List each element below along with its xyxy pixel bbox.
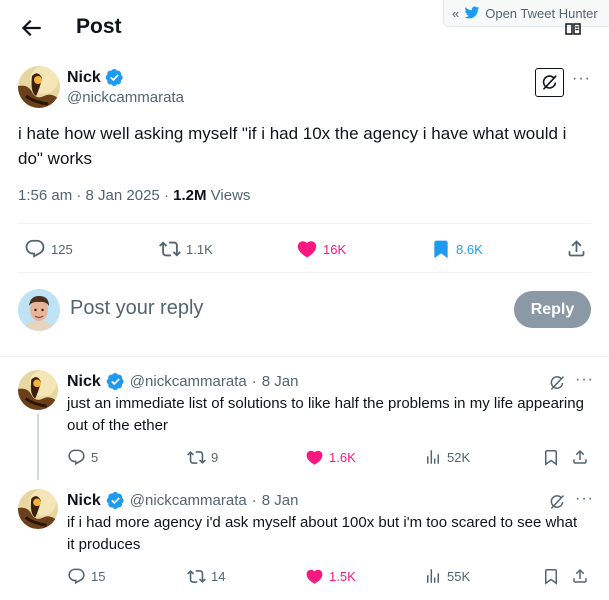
reply-icon <box>67 448 86 467</box>
views-count: 1.2M <box>173 187 207 204</box>
views-icon <box>424 567 442 585</box>
share-icon <box>571 448 589 466</box>
repost-action[interactable]: 9 <box>187 448 218 467</box>
grok-icon[interactable] <box>548 493 566 511</box>
post-text: i hate how well asking myself "if i had … <box>18 124 567 168</box>
back-arrow-icon[interactable] <box>18 15 44 41</box>
reply-action[interactable]: 5 <box>67 448 98 467</box>
share-action[interactable] <box>566 238 587 259</box>
like-action[interactable]: 1.6K <box>305 448 356 467</box>
share-action[interactable] <box>571 448 589 466</box>
author-handle[interactable]: @nickcammarata <box>67 89 184 106</box>
author-name[interactable]: Nick <box>67 373 101 391</box>
share-action[interactable] <box>571 567 589 585</box>
views-action[interactable]: 55K <box>424 567 470 585</box>
author-avatar[interactable] <box>18 489 58 529</box>
reply-post[interactable]: Nick @nickcammarata · 8 Jan ··· if i had… <box>0 489 609 599</box>
repost-action[interactable]: 14 <box>187 567 225 586</box>
author-handle[interactable]: @nickcammarata <box>130 373 247 390</box>
repost-action[interactable]: 1.1K <box>159 238 213 260</box>
author-name[interactable]: Nick <box>67 492 101 510</box>
bookmark-icon <box>542 567 560 586</box>
like-icon <box>305 448 324 467</box>
more-icon[interactable]: ··· <box>575 490 594 508</box>
page-title: Post <box>76 15 122 38</box>
more-icon[interactable]: ··· <box>575 371 594 389</box>
reply-action[interactable]: 15 <box>67 567 105 586</box>
extension-label: Open Tweet Hunter <box>485 5 598 21</box>
reply-action[interactable]: 125 <box>24 238 73 260</box>
views-action[interactable]: 52K <box>424 448 470 466</box>
divider <box>18 272 591 273</box>
author-name[interactable]: Nick <box>67 69 101 87</box>
collapse-chevron-icon[interactable]: « <box>452 6 459 21</box>
post-date[interactable]: 8 Jan <box>262 373 299 390</box>
grok-icon <box>540 73 559 92</box>
repost-icon <box>187 448 206 467</box>
divider <box>18 223 591 224</box>
post-time[interactable]: 1:56 am <box>18 187 72 204</box>
bookmark-icon <box>431 238 451 260</box>
verified-badge-icon <box>106 372 125 391</box>
reply-icon <box>67 567 86 586</box>
reply-button[interactable]: Reply <box>514 291 591 328</box>
bookmark-action[interactable] <box>542 567 560 586</box>
reply-post[interactable]: Nick @nickcammarata · 8 Jan ··· just an … <box>0 370 609 480</box>
repost-icon <box>159 238 181 260</box>
reply-icon <box>24 238 46 260</box>
post-date[interactable]: 8 Jan <box>262 492 299 509</box>
repost-icon <box>187 567 206 586</box>
bookmark-action[interactable] <box>542 448 560 467</box>
like-action[interactable]: 1.5K <box>305 567 356 586</box>
verified-badge-icon <box>106 491 125 510</box>
verified-badge-icon <box>105 68 124 87</box>
bookmark-icon <box>542 448 560 467</box>
user-avatar[interactable] <box>18 289 60 331</box>
tweet-hunter-extension-button[interactable]: « Open Tweet Hunter <box>443 0 609 27</box>
divider <box>0 356 609 357</box>
like-icon <box>305 567 324 586</box>
views-label: Views <box>210 187 251 204</box>
grok-icon[interactable] <box>548 374 566 392</box>
more-icon[interactable]: ··· <box>572 70 591 88</box>
grok-button[interactable] <box>535 68 564 97</box>
like-icon <box>296 238 318 260</box>
reply-text: just an immediate list of solutions to l… <box>67 395 584 434</box>
author-handle[interactable]: @nickcammarata <box>130 492 247 509</box>
author-avatar[interactable] <box>18 370 58 410</box>
like-action[interactable]: 16K <box>296 238 346 260</box>
main-post-header: Nick @nickcammarata ··· <box>18 66 598 110</box>
share-icon <box>571 567 589 585</box>
author-avatar[interactable] <box>18 66 60 108</box>
post-date[interactable]: 8 Jan 2025 <box>86 187 160 204</box>
top-bar: Post « Open Tweet Hunter <box>0 0 609 56</box>
reply-input[interactable]: Post your reply <box>70 297 203 320</box>
share-icon <box>566 238 587 259</box>
bookmark-action[interactable]: 8.6K <box>431 238 483 260</box>
book-icon[interactable] <box>564 22 582 36</box>
views-icon <box>424 448 442 466</box>
bird-icon <box>464 6 480 20</box>
post-meta: 1:56 am · 8 Jan 2025 · 1.2M Views <box>18 187 251 204</box>
reply-text: if i had more agency i'd ask myself abou… <box>67 514 578 553</box>
reply-composer: Post your reply Reply <box>18 289 598 331</box>
